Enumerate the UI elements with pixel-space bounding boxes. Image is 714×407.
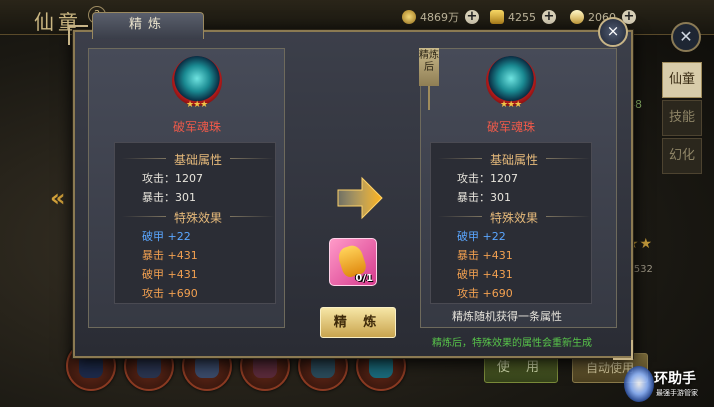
watermark-text: 环助手 <box>654 371 696 387</box>
dialog-tab-refine: 精炼 <box>92 12 204 39</box>
coin-value: 4869万 <box>420 11 459 24</box>
ingot-value: 4255 <box>508 10 536 24</box>
material-count: 0/1 <box>355 273 373 284</box>
special-stat: 破甲 +431 <box>457 268 513 281</box>
base-stat: 暴击：301 <box>142 191 196 204</box>
special-stat: 暴击 +431 <box>142 249 198 262</box>
special-stat: 破甲 +22 <box>142 230 191 243</box>
dialog-close-button[interactable]: × <box>598 17 628 47</box>
refine-material-slot[interactable]: 0/1 <box>329 238 377 286</box>
special-stat: 暴击 +431 <box>457 249 513 262</box>
arrow-right-icon <box>337 176 383 220</box>
base-attr-title: 基础属性 <box>489 153 538 167</box>
special-stat: 攻击 +690 <box>457 287 513 300</box>
tab-transform[interactable]: 幻化 <box>662 138 702 174</box>
coin-resource: 4869万 + <box>402 8 479 26</box>
background-close-button[interactable]: ✕ <box>671 22 701 52</box>
special-effect-title: 特殊效果 <box>489 211 538 225</box>
special-stat: 破甲 +22 <box>457 230 506 243</box>
ingot-resource: 4255 + <box>490 8 556 26</box>
item-stars: ★★★ <box>500 100 522 110</box>
item-stars: ★★★ <box>186 100 208 110</box>
refine-random-note: 精炼随机获得一条属性 <box>452 310 562 323</box>
base-stat: 暴击：301 <box>457 191 511 204</box>
dialog-corner <box>68 25 88 45</box>
refine-regenerate-note: 精炼后，特殊效果的属性会重新生成 <box>432 338 592 349</box>
item-name: 破军魂珠 <box>172 120 221 134</box>
base-stat: 攻击：1207 <box>457 172 518 185</box>
soul-orb-icon[interactable] <box>172 56 222 106</box>
watermark: 环助手 最强手游管家 <box>620 366 712 404</box>
watermark-logo-icon <box>624 366 654 402</box>
after-refine-tag: 精炼后 <box>419 48 439 110</box>
base-attr-title: 基础属性 <box>173 153 222 167</box>
dialog-corner <box>613 340 633 360</box>
tab-xiantong[interactable]: 仙童 <box>662 62 702 98</box>
left-arrow-icon[interactable]: « <box>50 184 66 212</box>
special-stat: 攻击 +690 <box>142 287 198 300</box>
watermark-subtext: 最强手游管家 <box>656 389 698 397</box>
add-coin-button[interactable]: + <box>465 10 479 24</box>
coin-icon <box>402 10 416 24</box>
add-ingot-button[interactable]: + <box>542 10 556 24</box>
ingot-icon <box>490 10 504 24</box>
special-stat: 破甲 +431 <box>142 268 198 281</box>
item-name: 破军魂珠 <box>486 120 535 134</box>
tab-skills[interactable]: 技能 <box>662 100 702 136</box>
gem-icon <box>570 10 584 24</box>
soul-orb-icon[interactable] <box>486 56 536 106</box>
base-stat: 攻击：1207 <box>142 172 203 185</box>
special-effect-title: 特殊效果 <box>173 211 222 225</box>
refine-button[interactable]: 精 炼 <box>320 307 396 338</box>
